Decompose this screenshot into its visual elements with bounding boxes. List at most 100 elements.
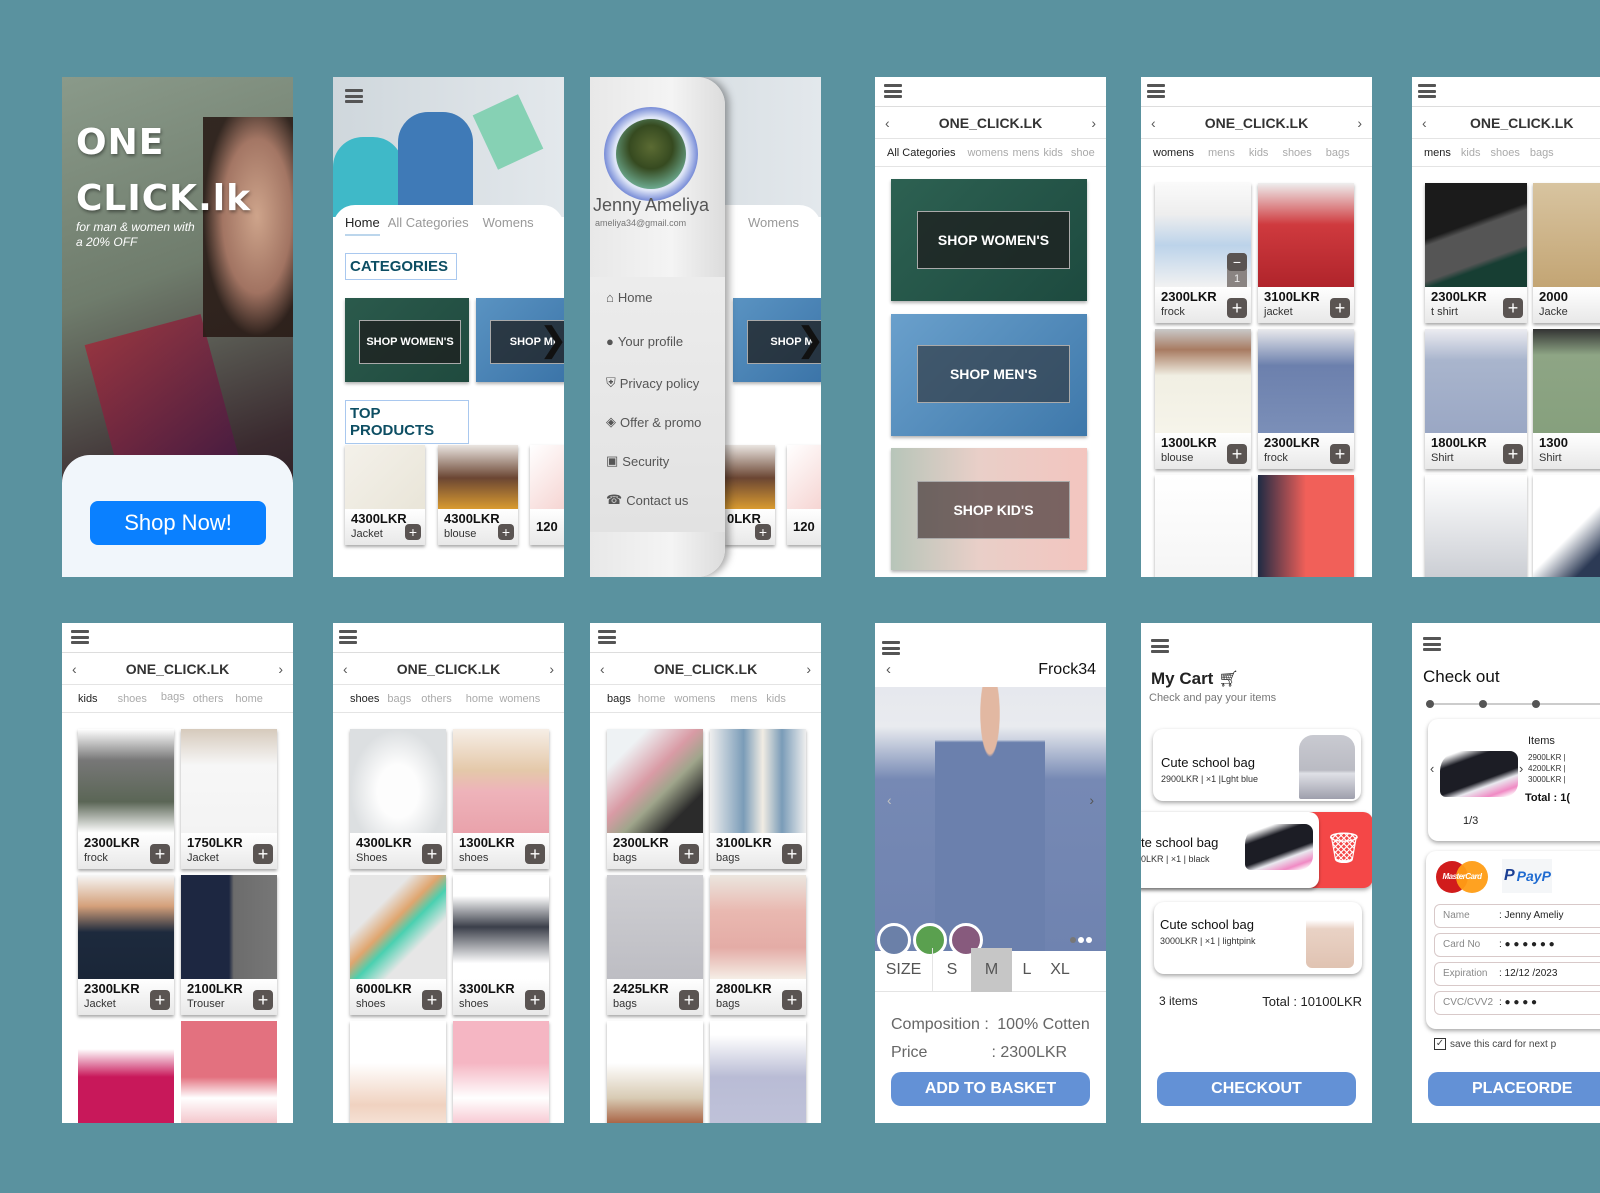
menu-item-privacy[interactable]: ⛨ Privacy policy: [606, 375, 699, 391]
add-to-cart-icon[interactable]: +: [1227, 444, 1247, 464]
add-to-cart-icon[interactable]: +: [150, 990, 170, 1010]
menu-item-home[interactable]: ⌂ Home: [606, 290, 653, 305]
product-card[interactable]: 4300LKR blouse +: [438, 445, 518, 545]
tab-others[interactable]: others: [421, 693, 452, 705]
menu-icon[interactable]: [884, 84, 902, 98]
place-order-button[interactable]: PLACEORDE: [1428, 1072, 1600, 1106]
menu-item-profile[interactable]: ● Your profile: [606, 334, 683, 349]
add-to-cart-icon[interactable]: +: [1503, 298, 1523, 318]
menu-item-security[interactable]: ▣ Security: [606, 453, 669, 469]
add-to-cart-icon[interactable]: +: [782, 844, 802, 864]
cart-item-swiped[interactable]: te school bag 0LKR | ×1 | black 🗑︎: [1141, 812, 1372, 888]
tab-home[interactable]: Home: [345, 215, 380, 236]
add-to-cart-icon[interactable]: +: [1330, 444, 1350, 464]
size-option-m[interactable]: M: [971, 947, 1012, 992]
product-card[interactable]: 2100LKR Trouser +: [181, 875, 277, 1015]
add-to-cart-icon[interactable]: +: [405, 524, 421, 540]
size-option-xl[interactable]: XL: [1042, 948, 1078, 992]
tab-womens[interactable]: womens: [499, 693, 540, 705]
tab-kids[interactable]: kids: [1043, 147, 1063, 159]
menu-icon[interactable]: [1423, 637, 1441, 651]
tab-bags[interactable]: bags: [607, 693, 631, 705]
carousel-next-icon[interactable]: ❯: [539, 321, 564, 359]
product-card[interactable]: 2000 Jacke: [1533, 183, 1600, 323]
tab-mens[interactable]: mens: [1208, 147, 1235, 159]
card-number-field[interactable]: Card No: ● ● ● ● ● ●: [1434, 933, 1600, 957]
product-card[interactable]: 1300 Shirt: [1533, 329, 1600, 469]
forward-icon[interactable]: ›: [549, 661, 554, 677]
menu-icon[interactable]: [882, 641, 900, 655]
product-image-partial[interactable]: [1425, 475, 1527, 577]
cvc-field[interactable]: CVC/CVV2: ● ● ● ●: [1434, 991, 1600, 1015]
product-card[interactable]: 3300LKR shoes +: [453, 875, 549, 1015]
menu-icon[interactable]: [339, 630, 357, 644]
product-image-partial[interactable]: [181, 1021, 277, 1123]
tab-shoes[interactable]: shoes: [350, 693, 379, 705]
product-image-partial[interactable]: [607, 1021, 703, 1123]
menu-icon[interactable]: [598, 630, 616, 644]
add-to-cart-icon[interactable]: +: [1503, 444, 1523, 464]
menu-icon[interactable]: [1147, 84, 1165, 98]
tab-home[interactable]: home: [638, 693, 666, 705]
forward-icon[interactable]: ›: [278, 661, 283, 677]
banner-shop-womens[interactable]: SHOP WOMEN'S: [891, 179, 1087, 301]
product-card[interactable]: − 1 2300LKR frock +: [1155, 183, 1251, 323]
add-to-cart-icon[interactable]: +: [1330, 298, 1350, 318]
tab-bags[interactable]: bags: [161, 691, 185, 703]
tab-bags[interactable]: bags: [1530, 147, 1554, 159]
product-card[interactable]: 2425LKR bags +: [607, 875, 703, 1015]
add-to-cart-icon[interactable]: +: [422, 990, 442, 1010]
tab-home[interactable]: home: [466, 693, 494, 705]
size-option-s[interactable]: S: [933, 948, 971, 992]
tab-others[interactable]: others: [193, 693, 224, 705]
add-to-cart-icon[interactable]: +: [498, 524, 514, 540]
menu-icon[interactable]: [345, 89, 363, 103]
tab-bags[interactable]: bags: [1326, 147, 1350, 159]
tab-shoes[interactable]: shoes: [1282, 147, 1311, 159]
product-card[interactable]: 2300LKR frock +: [78, 729, 174, 869]
paypal-logo[interactable]: P PayP: [1502, 859, 1552, 893]
product-image-partial[interactable]: [350, 1021, 446, 1123]
banner-shop-kids[interactable]: SHOP KID'S: [891, 448, 1087, 570]
gallery-prev-icon[interactable]: ‹: [887, 792, 892, 808]
tab-kids[interactable]: kids: [1249, 147, 1269, 159]
add-to-cart-icon[interactable]: +: [1227, 298, 1247, 318]
product-card[interactable]: 2300LKR t shirt +: [1425, 183, 1527, 323]
tab-kids[interactable]: kids: [1461, 147, 1481, 159]
tab-home[interactable]: home: [235, 693, 263, 705]
summary-prev-icon[interactable]: ‹: [1430, 761, 1434, 776]
tab-kids[interactable]: kids: [766, 693, 786, 705]
product-image-partial[interactable]: [453, 1021, 549, 1123]
menu-item-offers[interactable]: ◈ Offer & promo: [606, 414, 701, 430]
cart-item[interactable]: Cute school bag 3000LKR | ×1 | lightpink: [1154, 902, 1362, 974]
add-to-cart-icon[interactable]: +: [525, 844, 545, 864]
menu-icon[interactable]: [71, 630, 89, 644]
name-field[interactable]: Name: Jenny Ameliy: [1434, 904, 1600, 928]
product-image-partial[interactable]: [1155, 475, 1251, 577]
product-card[interactable]: 2300LKR Jacket +: [78, 875, 174, 1015]
tab-kids[interactable]: kids: [78, 693, 98, 705]
product-image-partial[interactable]: [1533, 475, 1600, 577]
summary-next-icon[interactable]: ›: [1519, 761, 1523, 776]
tab-womens[interactable]: womens: [674, 693, 715, 705]
product-card[interactable]: 6000LKR shoes +: [350, 875, 446, 1015]
add-to-cart-icon[interactable]: +: [679, 990, 699, 1010]
add-to-cart-icon[interactable]: +: [150, 844, 170, 864]
product-image-partial[interactable]: [78, 1021, 174, 1123]
tab-womens[interactable]: womens: [967, 147, 1008, 159]
tab-shoes[interactable]: shoes: [1490, 147, 1519, 159]
back-icon[interactable]: ‹: [885, 115, 890, 131]
add-to-cart-icon[interactable]: +: [422, 844, 442, 864]
product-card[interactable]: 1300LKR shoes +: [453, 729, 549, 869]
product-image-partial[interactable]: [710, 1021, 806, 1123]
menu-icon[interactable]: [1418, 84, 1436, 98]
tab-all-categories[interactable]: All Categories: [388, 215, 469, 236]
add-to-cart-icon[interactable]: +: [253, 990, 273, 1010]
decrement-icon[interactable]: −: [1227, 253, 1247, 271]
avatar[interactable]: [604, 107, 698, 201]
back-icon[interactable]: ‹: [600, 661, 605, 677]
tab-shoes[interactable]: shoe: [1071, 147, 1095, 159]
back-icon[interactable]: ‹: [1422, 115, 1427, 131]
add-to-cart-icon[interactable]: +: [525, 990, 545, 1010]
tab-bags[interactable]: bags: [387, 693, 411, 705]
